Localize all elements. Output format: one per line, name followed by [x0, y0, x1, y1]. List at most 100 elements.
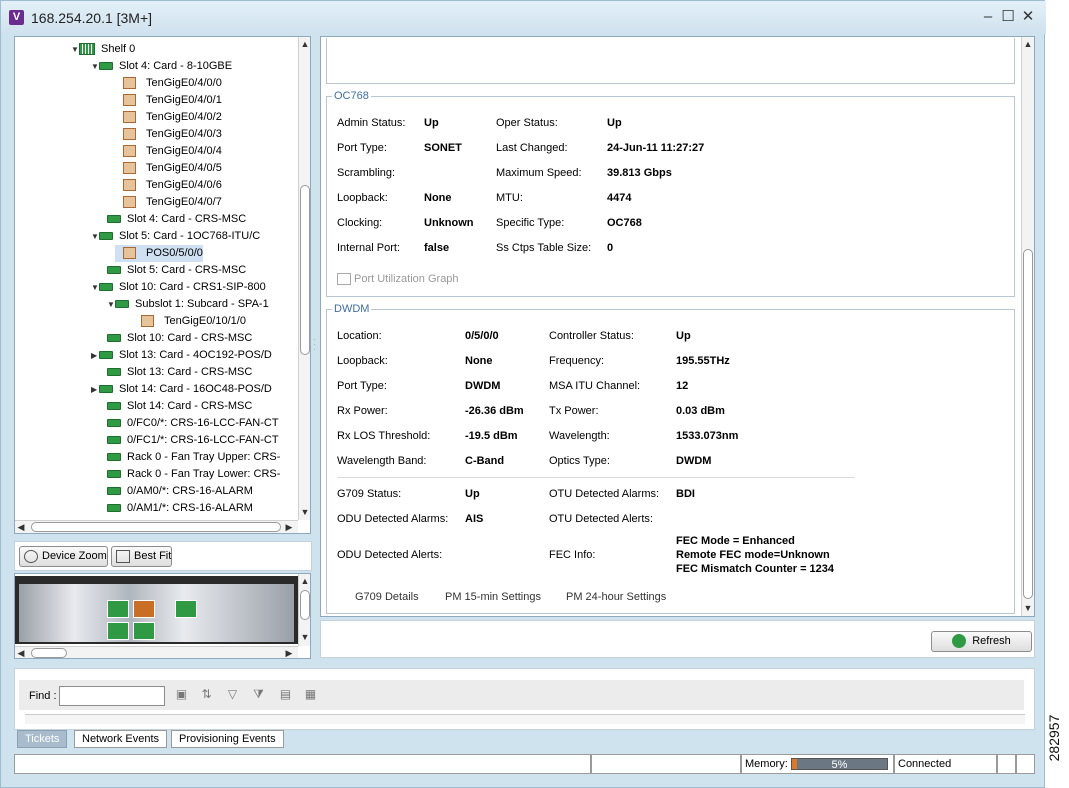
tree-item-label: TenGigE0/4/0/6 [146, 179, 222, 191]
tree-item[interactable]: ▶ Slot 13: Card - 4OC192-POS/D [91, 347, 272, 364]
tree-item[interactable]: ▼ Slot 4: Card - 8-10GBE [91, 58, 232, 75]
tree-item-label: Slot 14: Card - 16OC48-POS/D [119, 383, 272, 395]
tree-item[interactable]: ▼ Slot 10: Card - CRS1-SIP-800 [91, 279, 266, 296]
slot-card-icon[interactable] [107, 600, 129, 618]
refresh-bar: Refresh [320, 620, 1035, 658]
tree-item[interactable]: POS0/5/0/0 [115, 245, 203, 262]
tree-item[interactable]: TenGigE0/4/0/2 [115, 109, 222, 126]
oc768-field-label: Port Type: [337, 142, 387, 154]
maximize-button[interactable]: ☐ [999, 8, 1017, 26]
tree-item[interactable]: ▼ Subslot 1: Subcard - SPA-1 [107, 296, 269, 313]
tree-scroll-thumb[interactable] [300, 185, 310, 355]
vertical-splitter[interactable]: · · · [313, 336, 318, 357]
expand-toggle-icon[interactable]: ▼ [91, 279, 99, 296]
tree-item[interactable]: ▼ Shelf 0 [71, 41, 135, 58]
tree-item-label: TenGigE0/4/0/4 [146, 145, 222, 157]
tree-item-label: POS0/5/0/0 [146, 247, 203, 259]
tree-item[interactable]: TenGigE0/4/0/4 [115, 143, 222, 160]
tree-item[interactable]: 0/FC1/*: CRS-16-LCC-FAN-CT [99, 432, 279, 449]
slot-card-icon[interactable] [175, 600, 197, 618]
expand-toggle-icon[interactable]: ▼ [107, 296, 115, 313]
dwdm-field-label: Wavelength: [549, 430, 610, 442]
expand-toggle-icon[interactable]: ▶ [91, 347, 99, 364]
tree-hscroll-thumb[interactable] [31, 522, 281, 532]
save-icon[interactable]: ▣ [174, 687, 189, 701]
device-hscroll-thumb[interactable] [31, 648, 67, 658]
selected-slot-card-icon[interactable] [133, 600, 155, 618]
properties-scroll-thumb[interactable] [1023, 249, 1033, 599]
properties-vertical-scrollbar[interactable]: ▲ ▼ [1021, 37, 1034, 616]
device-horizontal-scrollbar[interactable]: ◀ ▶ [15, 646, 298, 658]
tree-item-label: Slot 4: Card - CRS-MSC [127, 213, 247, 225]
chassis-image[interactable] [15, 576, 298, 644]
sort-icon[interactable]: ⇅ [199, 687, 214, 701]
port-icon [123, 77, 136, 90]
tree-item[interactable]: ▼ Slot 5: Card - 1OC768-ITU/C [91, 228, 260, 245]
oc768-field-label: Scrambling: [337, 167, 396, 179]
best-fit-button[interactable]: Best Fit [111, 546, 172, 567]
find-input[interactable] [59, 686, 165, 706]
tab-network-events[interactable]: Network Events [74, 730, 168, 748]
tree-item[interactable]: 0/AM1/*: CRS-16-ALARM [99, 500, 253, 517]
remote-fec-value: Remote FEC mode=Unknown [676, 549, 830, 561]
clear-icon[interactable]: ▤ [278, 687, 293, 701]
tree-item[interactable]: Slot 4: Card - CRS-MSC [99, 211, 246, 228]
close-button[interactable]: ✕ [1019, 8, 1037, 26]
tree-item[interactable]: ▶ Slot 14: Card - 16OC48-POS/D [91, 381, 272, 398]
slot-card-icon[interactable] [133, 622, 155, 640]
advanced-filter-icon[interactable]: ⧩ [251, 687, 266, 701]
refresh-icon [952, 634, 967, 649]
tree-item[interactable]: TenGigE0/4/0/0 [115, 75, 222, 92]
device-zoom-button[interactable]: Device Zoom [19, 546, 108, 567]
pm-24hour-settings-link[interactable]: PM 24-hour Settings [566, 591, 666, 603]
tree-item[interactable]: 0/FC0/*: CRS-16-LCC-FAN-CT [99, 415, 279, 432]
device-vertical-scrollbar[interactable]: ▲ ▼ [298, 574, 310, 646]
dwdm-field-label: Loopback: [337, 355, 388, 367]
oc768-field-value: 4474 [607, 192, 632, 204]
pm-15min-settings-link[interactable]: PM 15-min Settings [445, 591, 541, 603]
tab-tickets[interactable]: Tickets [17, 730, 68, 748]
tree-item[interactable]: Slot 5: Card - CRS-MSC [99, 262, 246, 279]
refresh-button[interactable]: Refresh [931, 631, 1032, 652]
tree-item[interactable]: Rack 0 - Fan Tray Lower: CRS- [99, 466, 280, 483]
tree-item[interactable]: TenGigE0/10/1/0 [133, 313, 246, 330]
tab-provisioning-events[interactable]: Provisioning Events [171, 730, 284, 748]
expand-toggle-icon[interactable]: ▼ [71, 41, 79, 58]
settings-table-icon[interactable]: ▦ [303, 687, 318, 701]
port-utilization-graph-link[interactable]: Port Utilization Graph [337, 273, 459, 286]
tree-item[interactable]: TenGigE0/4/0/7 [115, 194, 222, 211]
tree-vertical-scrollbar[interactable]: ▲ ▼ [298, 37, 310, 520]
tree-item[interactable]: Slot 14: Card - CRS-MSC [99, 398, 252, 415]
tree-horizontal-scrollbar[interactable]: ◀ ▶ [15, 520, 298, 533]
tree-item-label: 0/AM0/*: CRS-16-ALARM [127, 485, 253, 497]
dwdm-field-value: 12 [676, 380, 689, 392]
figure-id-text: 282957 [1046, 714, 1062, 762]
tree-item[interactable]: TenGigE0/4/0/5 [115, 160, 222, 177]
expand-toggle-icon[interactable]: ▶ [91, 381, 99, 398]
device-view-pane: ▲ ▼ ◀ ▶ [14, 573, 311, 659]
card-icon [115, 300, 129, 309]
minimize-button[interactable]: – [979, 8, 997, 26]
inventory-tree-pane: ▼ Shelf 0 ▼ Slot 4: Card - 8-10GBE TenGigE0/… [14, 36, 311, 534]
tree-item[interactable]: 0/AM0/*: CRS-16-ALARM [99, 483, 253, 500]
tree-item[interactable]: TenGigE0/4/0/3 [115, 126, 222, 143]
tree-item[interactable]: TenGigE0/4/0/1 [115, 92, 222, 109]
dwdm-field-value: Up [676, 330, 691, 342]
tree-item-label: Slot 5: Card - 1OC768-ITU/C [119, 230, 261, 242]
tree-item[interactable]: TenGigE0/4/0/6 [115, 177, 222, 194]
expand-toggle-icon[interactable]: ▼ [91, 58, 99, 75]
filter-icon[interactable]: ▽ [225, 687, 240, 701]
tree-item[interactable]: Rack 0 - Fan Tray Upper: CRS- [99, 449, 280, 466]
device-vscroll-thumb[interactable] [300, 590, 310, 620]
port-icon [141, 315, 154, 328]
dwdm-title: DWDM [332, 303, 372, 315]
tree-item[interactable]: Slot 10: Card - CRS-MSC [99, 330, 252, 347]
g709-details-link[interactable]: G709 Details [355, 591, 419, 603]
card-icon [107, 215, 121, 224]
slot-card-icon[interactable] [107, 622, 129, 640]
port-icon [123, 162, 136, 175]
graph-link-label: Port Utilization Graph [354, 273, 459, 285]
tree-item[interactable]: Slot 13: Card - CRS-MSC [99, 364, 252, 381]
expand-toggle-icon[interactable]: ▼ [91, 228, 99, 245]
memory-bar: 5% [791, 758, 888, 771]
